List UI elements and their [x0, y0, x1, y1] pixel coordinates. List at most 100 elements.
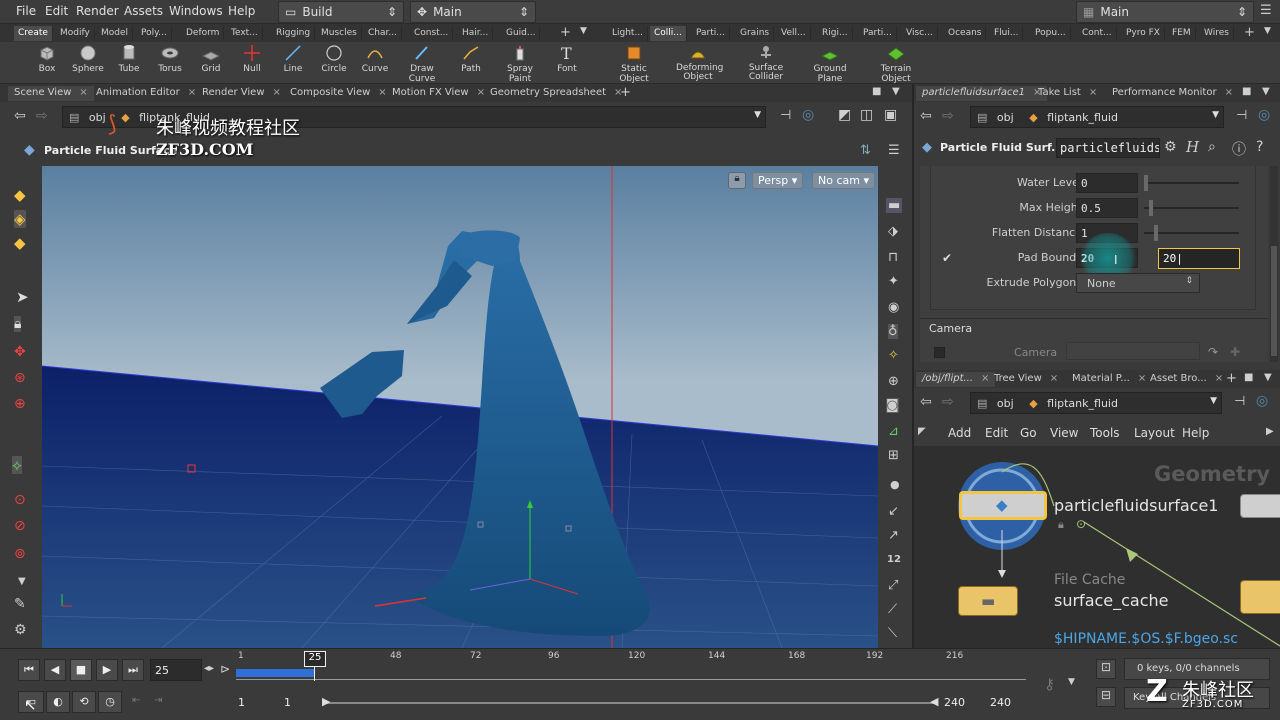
layout-icon[interactable]: ⇅	[860, 143, 871, 158]
shelf-tab-wires[interactable]: Wires	[1200, 26, 1234, 41]
net-menu-add[interactable]: Add	[948, 426, 971, 440]
tool-font[interactable]: T Font	[545, 44, 589, 74]
path-obj[interactable]: obj	[89, 111, 106, 124]
net-menu-layout[interactable]: Layout	[1134, 426, 1175, 440]
param-scrollbar[interactable]	[1270, 166, 1278, 362]
maximize-icon[interactable]: ■	[1244, 372, 1253, 383]
shelf-tab-visc[interactable]: Visc...	[902, 26, 938, 41]
forward-icon[interactable]: ⇨	[942, 108, 954, 124]
uv-icon[interactable]: ⟍	[888, 626, 897, 641]
net-menu-view[interactable]: View	[1050, 426, 1078, 440]
tab-geometry-spreadsheet[interactable]: Geometry Spreadsheet ×	[484, 86, 628, 101]
link-icon[interactable]: ◎	[802, 107, 814, 123]
snapshot-icon[interactable]: ◙	[886, 398, 899, 413]
tab-asset-browser[interactable]: Asset Bro... ×	[1144, 372, 1229, 387]
number-icon[interactable]: 12	[887, 554, 901, 565]
node-name-field[interactable]: particlefluids	[1056, 138, 1160, 158]
lock-view-icon[interactable]: ⊓	[888, 250, 898, 265]
jump-end-button[interactable]: ⏭	[122, 659, 144, 681]
tool-static-object[interactable]: Static Object	[612, 44, 656, 84]
tab-network[interactable]: /obj/flipt... ×	[916, 372, 996, 387]
checkmark-icon[interactable]: ✔	[942, 251, 952, 265]
tool-surface-collider[interactable]: Surface Collider	[744, 44, 788, 82]
shelf-tab-char[interactable]: Char...	[364, 26, 402, 41]
tab-render-view[interactable]: Render View ×	[196, 86, 287, 101]
camera-field[interactable]	[1066, 342, 1200, 360]
param-field-active[interactable]: 20|	[1158, 248, 1240, 269]
path-obj[interactable]: obj	[997, 397, 1014, 410]
path-node[interactable]: fliptank_fluid	[1047, 111, 1118, 124]
shelf-tab-rigging[interactable]: Rigging	[272, 26, 316, 41]
persp-menu[interactable]: Persp ▾	[752, 172, 804, 189]
tool-box[interactable]: Box	[25, 44, 69, 74]
gear-icon[interactable]: ⚙	[1164, 139, 1177, 155]
tab-material-palette[interactable]: Material P... ×	[1066, 372, 1152, 387]
node-surface-cache[interactable]: ▬	[958, 586, 1018, 616]
forward-icon[interactable]: ⇨	[36, 108, 48, 124]
back-icon[interactable]: ⇦	[920, 394, 932, 410]
dropdown-icon[interactable]: ▼	[1212, 110, 1219, 120]
node-select-icon[interactable]: ✚	[1230, 345, 1240, 359]
net-menu-tools[interactable]: Tools	[1090, 426, 1120, 440]
dropdown-icon[interactable]: ▼	[1264, 26, 1271, 36]
close-icon[interactable]: ×	[1215, 373, 1223, 384]
next-key-icon[interactable]: ⇥	[154, 695, 162, 706]
shelf-tab-model[interactable]: Model	[97, 26, 134, 41]
rotate-handle-icon[interactable]: ⊛	[14, 370, 26, 386]
param-field[interactable]: 0	[1076, 173, 1138, 193]
prev-key-icon[interactable]: ⇤	[132, 695, 140, 706]
close-icon[interactable]: ×	[79, 87, 87, 98]
snap-point-icon[interactable]: ⊚	[14, 546, 26, 562]
sound-button[interactable]: ◐	[46, 691, 70, 713]
shelf-tab-popu[interactable]: Popu...	[1031, 26, 1071, 41]
shelf-tab-fem[interactable]: FEM	[1168, 26, 1196, 41]
tool-spray-paint[interactable]: Spray Paint	[498, 44, 542, 84]
node-name-label[interactable]: particlefluidsurface1	[1054, 496, 1218, 515]
desktop-select-build[interactable]: ▭ Build ⇕	[278, 1, 404, 23]
play-button[interactable]: ▶	[96, 659, 118, 681]
normal-icon[interactable]: ↙	[888, 504, 899, 519]
arrow-select-icon[interactable]: ➤	[16, 288, 29, 306]
tab-parameters[interactable]: particlefluidsurface1 ×	[916, 86, 1048, 101]
param-slider[interactable]	[1144, 200, 1239, 216]
pin-icon[interactable]: ⊣	[780, 108, 791, 123]
expand-right-icon[interactable]: ▶	[1266, 426, 1274, 437]
tool-icon[interactable]: ✦	[888, 274, 899, 289]
shelf-tab-const[interactable]: Const...	[410, 26, 454, 41]
scale-tool-icon[interactable]: ◆	[14, 234, 26, 252]
menu-edit[interactable]: Edit	[45, 4, 68, 18]
add-tab-icon[interactable]: +	[1226, 371, 1237, 386]
shelf-tab-pyro[interactable]: Pyro FX	[1122, 26, 1165, 41]
tool-sphere[interactable]: Sphere	[66, 44, 110, 74]
lock-icon[interactable]: 🔒︎	[14, 316, 22, 332]
section-camera-title[interactable]: Camera	[929, 322, 972, 335]
range-end-visible[interactable]: 240	[944, 696, 965, 709]
move-tool-icon[interactable]: ◈	[14, 210, 26, 228]
scrollbar-thumb[interactable]	[1271, 246, 1277, 356]
shelf-tab-create[interactable]: Create	[14, 26, 53, 41]
add-shelf-icon[interactable]: +	[560, 25, 571, 40]
close-icon[interactable]: ×	[188, 87, 196, 98]
slider-handle[interactable]	[1149, 200, 1153, 216]
settings-icon[interactable]: ⚙	[14, 622, 27, 638]
jump-start-button[interactable]: ⏮	[18, 659, 40, 681]
camera-icon[interactable]: ◫	[860, 107, 873, 123]
shelf-tab-muscles[interactable]: Muscles	[317, 26, 362, 41]
pane-menu-icon[interactable]: ▼	[892, 86, 900, 97]
range-end[interactable]: 240	[990, 696, 1011, 709]
help-h-icon[interactable]: H	[1186, 138, 1199, 156]
close-icon[interactable]: ×	[1225, 87, 1233, 98]
view-menu-icon[interactable]: ☰	[888, 143, 900, 158]
close-icon[interactable]: ×	[1050, 373, 1058, 384]
desktop-select-right[interactable]: ▦ Main ⇕	[1076, 1, 1254, 23]
frame-marker[interactable]: 25	[304, 651, 326, 667]
maximize-icon[interactable]: ■	[872, 86, 881, 97]
net-menu-go[interactable]: Go	[1020, 426, 1037, 440]
close-icon[interactable]: ×	[1089, 87, 1097, 98]
menu-assets[interactable]: Assets	[124, 4, 163, 18]
expand-icon[interactable]: ▼	[18, 576, 26, 587]
close-icon[interactable]: ×	[273, 87, 281, 98]
shading-icon[interactable]: ⊿	[888, 424, 899, 439]
slider-handle[interactable]	[1144, 175, 1148, 191]
param-field[interactable]: 0.5	[1076, 198, 1138, 218]
